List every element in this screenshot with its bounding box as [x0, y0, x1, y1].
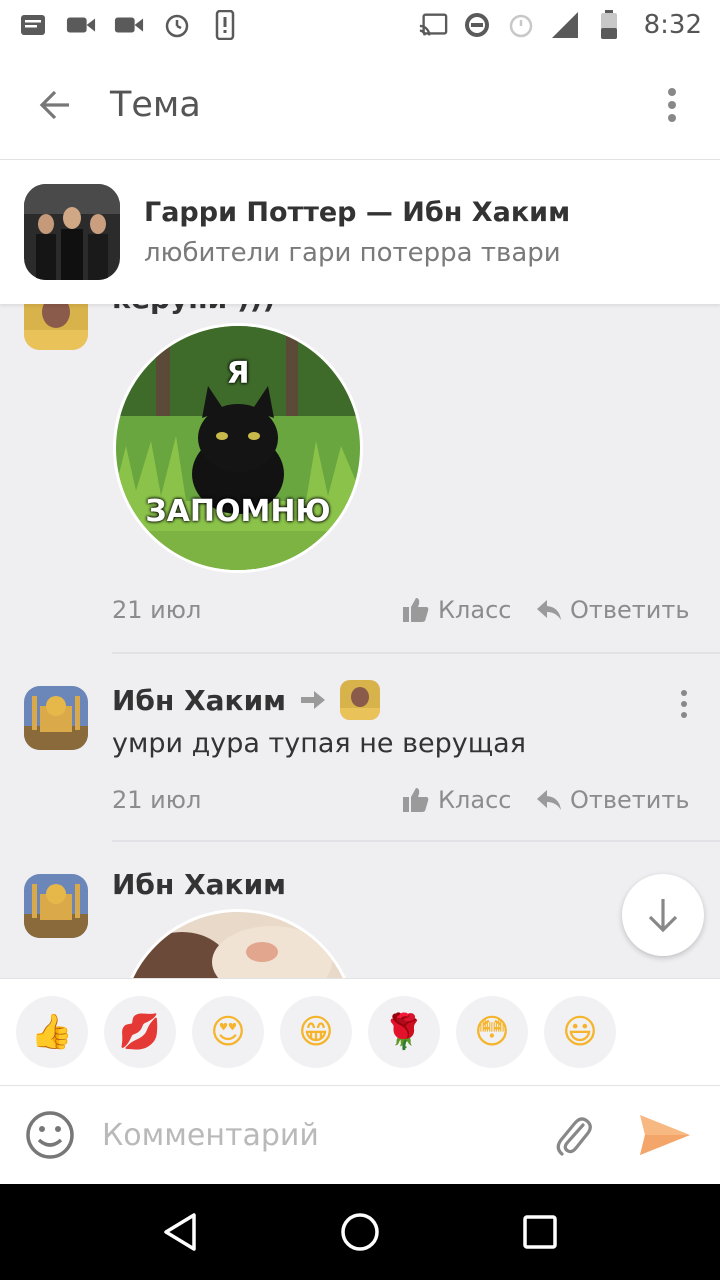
video-icon	[66, 10, 96, 40]
comment-menu-button[interactable]	[670, 304, 698, 330]
user-avatar[interactable]	[24, 686, 88, 750]
comment-author[interactable]: керуни )))	[112, 304, 275, 315]
comments-feed[interactable]: керуни ))) Я ЗАПОМНЮ 21 июл	[0, 304, 720, 978]
app-bar: Тема	[0, 50, 720, 160]
reaction-kiss[interactable]: 💋	[104, 996, 176, 1068]
reaction-rose[interactable]: 🌹	[368, 996, 440, 1068]
triangle-back-icon	[164, 1213, 196, 1251]
like-button[interactable]: Класс	[402, 596, 511, 624]
back-button[interactable]	[0, 50, 110, 160]
reply-label: Ответить	[570, 596, 690, 624]
reaction-thumbs-up[interactable]: 👍	[16, 996, 88, 1068]
like-label: Класс	[438, 596, 512, 624]
page-title: Тема	[110, 84, 201, 125]
comment-author-row: Ибн Хаким	[112, 680, 381, 720]
more-vert-icon	[668, 87, 676, 122]
video-icon-2	[114, 10, 144, 40]
kiss-icon: 💋	[118, 1012, 162, 1052]
reply-to-avatar[interactable]	[340, 680, 381, 720]
alarm-icon	[162, 10, 192, 40]
status-time: 8:32	[643, 10, 702, 40]
user-avatar[interactable]	[24, 304, 88, 350]
comment-author[interactable]: Ибн Хаким	[112, 684, 286, 717]
arrow-back-icon	[39, 90, 69, 119]
attach-button[interactable]	[538, 1086, 608, 1184]
status-bar: 8:32	[0, 0, 720, 50]
cast-icon	[418, 10, 448, 40]
reaction-heart-eyes[interactable]: 😍	[192, 996, 264, 1068]
group-avatar	[24, 184, 120, 280]
thumbs-up-icon: 👍	[30, 1012, 74, 1052]
arrow-right-icon	[301, 691, 326, 709]
signal-icon	[550, 10, 580, 40]
rose-icon: 🌹	[382, 1012, 426, 1052]
circle-home-icon	[341, 1213, 379, 1251]
reply-button[interactable]: Ответить	[536, 596, 689, 624]
more-vert-icon	[681, 690, 687, 718]
group-header[interactable]: Гарри Поттер — Ибн Хаким любители гари п…	[0, 160, 720, 304]
comment-text: умри дура тупая не верущая	[112, 728, 526, 759]
comment-menu-button[interactable]	[670, 684, 698, 724]
overflow-menu-button[interactable]	[624, 50, 720, 160]
comment-author[interactable]: Ибн Хаким	[112, 868, 286, 901]
comment-date: 21 июл	[112, 786, 202, 814]
send-button[interactable]	[630, 1086, 700, 1184]
comment-input[interactable]	[100, 1105, 520, 1165]
sticker-top-text: Я	[226, 356, 250, 391]
send-icon	[640, 1115, 690, 1155]
reaction-grin[interactable]: 😁	[280, 996, 352, 1068]
reply-icon	[537, 790, 561, 810]
emoji-button[interactable]	[0, 1086, 100, 1184]
paperclip-icon	[556, 1117, 592, 1156]
blush-icon: 😳	[474, 1012, 510, 1052]
comment-input-bar	[0, 1086, 720, 1184]
smiley-icon	[26, 1111, 74, 1159]
nav-home-button[interactable]	[320, 1192, 400, 1272]
sticker-bottom-text: ЗАПОМНЮ	[145, 494, 331, 529]
group-subtitle: любители гари потерра твари	[144, 237, 561, 268]
scroll-down-button[interactable]	[622, 874, 704, 956]
more-vert-icon	[680, 304, 688, 325]
smile-icon: 😃	[562, 1012, 598, 1052]
comment-date: 21 июл	[112, 596, 202, 624]
thumbs-up-icon	[403, 598, 429, 622]
nav-recents-button[interactable]	[500, 1192, 580, 1272]
like-button[interactable]: Класс	[402, 786, 511, 814]
reply-icon	[537, 600, 561, 620]
reaction-smile[interactable]: 😃	[544, 996, 616, 1068]
cat-sticker[interactable]: Я ЗАПОМНЮ	[116, 326, 360, 570]
reply-label: Ответить	[570, 786, 690, 814]
nav-back-button[interactable]	[140, 1192, 220, 1272]
message-icon	[18, 10, 48, 40]
group-name: Гарри Поттер — Ибн Хаким	[144, 196, 571, 228]
reply-button[interactable]: Ответить	[536, 786, 689, 814]
square-recents-icon	[523, 1215, 557, 1249]
phone-alert-icon	[210, 10, 240, 40]
battery-icon	[594, 10, 624, 40]
comment-item: Ибн Хаким умри дура тупая не верущая 21 …	[0, 654, 720, 842]
arrow-down-icon	[648, 899, 678, 933]
sticker-image[interactable]	[122, 912, 354, 978]
comment-item: керуни ))) Я ЗАПОМНЮ 21 июл	[0, 304, 720, 654]
reaction-blush[interactable]: 😳	[456, 996, 528, 1068]
user-avatar[interactable]	[24, 874, 88, 938]
system-nav-bar	[0, 1184, 720, 1280]
reactions-bar: 👍 💋 😍 😁 🌹 😳 😃	[0, 978, 720, 1086]
comment-item: Ибн Хаким	[0, 842, 720, 978]
heart-eyes-icon: 😍	[210, 1012, 246, 1052]
like-label: Класс	[438, 786, 512, 814]
do-not-disturb-icon	[462, 10, 492, 40]
alarm-faded-icon	[506, 10, 536, 40]
grin-icon: 😁	[298, 1012, 334, 1052]
thumbs-up-icon	[403, 788, 429, 812]
